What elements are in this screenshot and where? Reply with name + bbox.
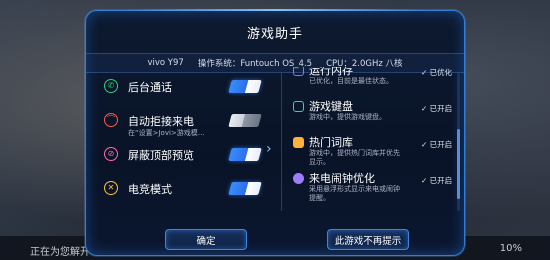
optimization-item-memory: 运行内存 已优化，目前是最佳状态。 ✓ 已优化 [289,67,454,95]
optimization-item-wordbank: 热门词库 游戏中，提供热门词库并优先显示。 ✓ 已开启 [289,131,454,167]
setting-block-preview: ⊘ 屏蔽顶部预览 [98,141,268,171]
dialog-title: 游戏助手 [246,27,303,42]
block-preview-toggle[interactable] [228,148,262,161]
scrollbar[interactable] [457,73,460,211]
setting-background-call: ✆ 后台通话 [98,73,268,103]
optimization-desc: 采用悬浮形式显示来电或闹钟提醒。 [309,185,400,202]
phone-reject-icon: ⌒ [104,113,118,127]
setting-esports-mode: ✕ 电竞模式 [98,175,268,205]
column-divider [281,73,282,211]
setting-label: 自动拒接来电 [128,115,194,128]
phone-icon: ✆ [104,79,118,93]
optimization-status: ✓ 已优化 [421,68,453,77]
memory-icon [293,67,304,76]
device-model: vivo Y97 [147,58,184,68]
esports-icon: ✕ [104,181,118,195]
optimization-name: 游戏键盘 [309,100,353,113]
chevron-right-icon[interactable]: › [266,141,272,157]
optimization-status: ✓ 已开启 [421,104,453,113]
wordbank-icon [293,137,304,148]
optimization-desc: 游戏中，提供游戏键盘。 [309,113,386,121]
optimization-item-keyboard: 游戏键盘 游戏中，提供游戏键盘。 ✓ 已开启 [289,95,454,131]
optimization-status: ✓ 已开启 [421,176,453,185]
setting-label: 电竞模式 [128,183,172,196]
game-assistant-dialog: 游戏助手 vivo Y97 操作系统：Funtouch OS_4.5 CPU：2… [85,9,465,256]
ok-button[interactable]: 确定 [165,229,247,250]
optimization-list[interactable]: 运行内存 已优化，目前是最佳状态。 ✓ 已优化 游戏键盘 游戏中，提供游戏键盘。… [289,67,454,211]
setting-sublabel: 在“设置>Jovi>游戏模… [128,129,205,137]
block-icon: ⊘ [104,147,118,161]
keyboard-icon [293,101,304,112]
setting-auto-reject: ⌒ 自动拒接来电 在“设置>Jovi>游戏模… [98,107,268,137]
scrollbar-thumb[interactable] [457,129,460,199]
setting-label: 后台通话 [128,81,172,94]
alarm-icon [293,173,304,184]
optimization-status: ✓ 已开启 [421,140,453,149]
optimization-name: 来电闹钟优化 [309,172,375,185]
loading-percent: 10% [499,243,522,254]
settings-toggle-list: ✆ 后台通话 ⌒ 自动拒接来电 在“设置>Jovi>游戏模… ⊘ 屏蔽顶部预览 … [98,73,268,209]
optimization-item-alarm: 来电闹钟优化 采用悬浮形式显示来电或闹钟提醒。 ✓ 已开启 [289,167,454,203]
loading-text: 正在为您解开 [30,247,90,258]
auto-reject-toggle[interactable] [228,114,262,127]
optimization-desc: 游戏中，提供热门词库并优先显示。 [309,149,400,166]
esports-mode-toggle[interactable] [228,182,262,195]
setting-label: 屏蔽顶部预览 [128,149,194,162]
background-call-toggle[interactable] [228,80,262,93]
optimization-desc: 已优化，目前是最佳状态。 [309,77,393,85]
never-remind-button[interactable]: 此游戏不再提示 [327,229,409,250]
optimization-name: 热门词库 [309,136,353,149]
